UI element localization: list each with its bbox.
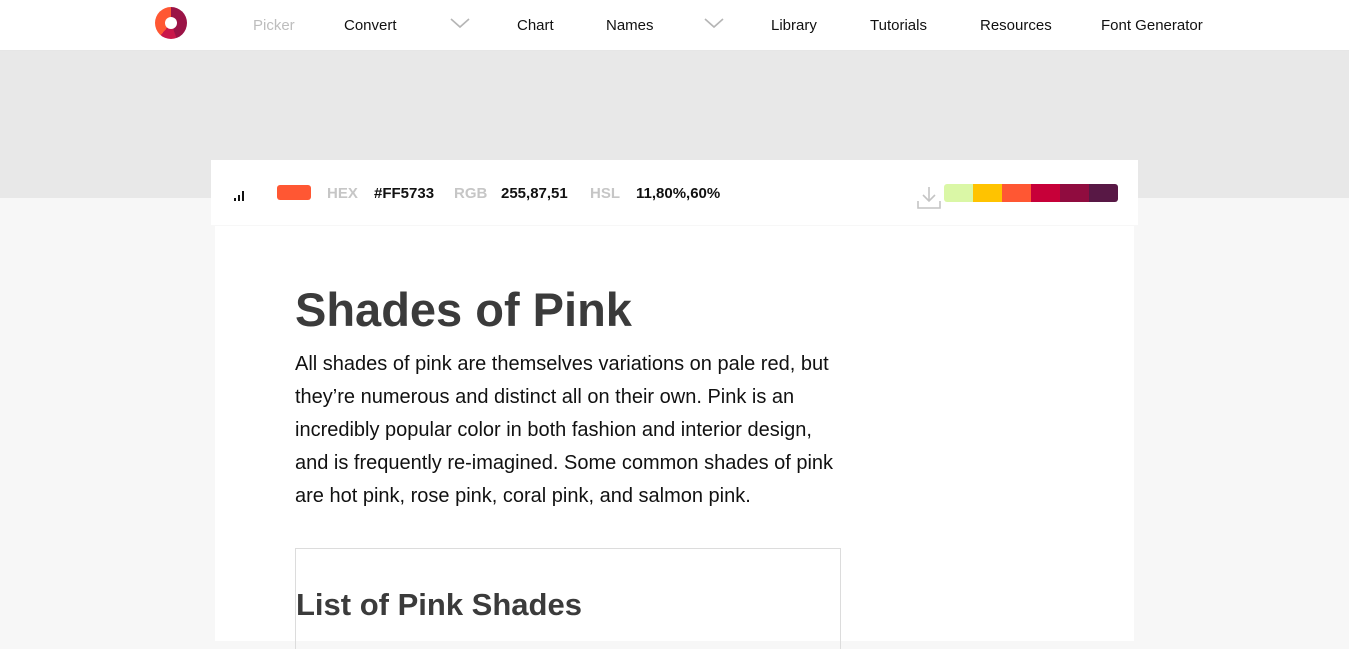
chevron-down-icon[interactable] <box>450 17 470 29</box>
intro-paragraph: All shades of pink are themselves variat… <box>295 353 834 507</box>
color-toolbar: HEX #FF5733 RGB 255,87,51 HSL 11,80%,60% <box>211 160 1138 225</box>
nav-font-generator[interactable]: Font Generator <box>1101 17 1203 35</box>
color-palette <box>944 184 1118 202</box>
hsl-value[interactable]: 11,80%,60% <box>636 185 720 203</box>
rgb-value[interactable]: 255,87,51 <box>501 185 568 203</box>
top-navbar: Picker Convert Chart Names Library Tutor… <box>0 0 1349 51</box>
nav-tutorials[interactable]: Tutorials <box>870 17 927 35</box>
palette-swatch[interactable] <box>944 184 973 202</box>
hex-label: HEX <box>327 185 358 202</box>
palette-swatch[interactable] <box>1089 184 1118 202</box>
rgb-label: RGB <box>454 185 488 202</box>
nav-chart[interactable]: Chart <box>517 17 554 35</box>
main-content: Shades of Pink All shades of pink are th… <box>215 226 1134 649</box>
signal-bars-icon[interactable] <box>234 188 248 201</box>
palette-swatch[interactable] <box>1002 184 1031 202</box>
nav-picker[interactable]: Picker <box>253 17 295 35</box>
hsl-label: HSL <box>590 185 620 202</box>
page-title: Shades of Pink <box>295 283 632 336</box>
shades-list-box: List of Pink Shades <box>295 548 841 649</box>
palette-swatch[interactable] <box>1031 184 1060 202</box>
list-title: List of Pink Shades <box>296 587 582 622</box>
chevron-down-icon[interactable] <box>704 17 724 29</box>
nav-resources[interactable]: Resources <box>980 17 1052 35</box>
palette-swatch[interactable] <box>1060 184 1089 202</box>
hex-value[interactable]: #FF5733 <box>374 185 434 203</box>
nav-library[interactable]: Library <box>771 17 817 35</box>
logo-icon[interactable] <box>155 7 187 39</box>
current-color-swatch[interactable] <box>277 185 311 200</box>
download-icon[interactable] <box>916 185 942 211</box>
palette-swatch[interactable] <box>973 184 1002 202</box>
nav-names[interactable]: Names <box>606 17 654 35</box>
nav-convert[interactable]: Convert <box>344 17 397 35</box>
